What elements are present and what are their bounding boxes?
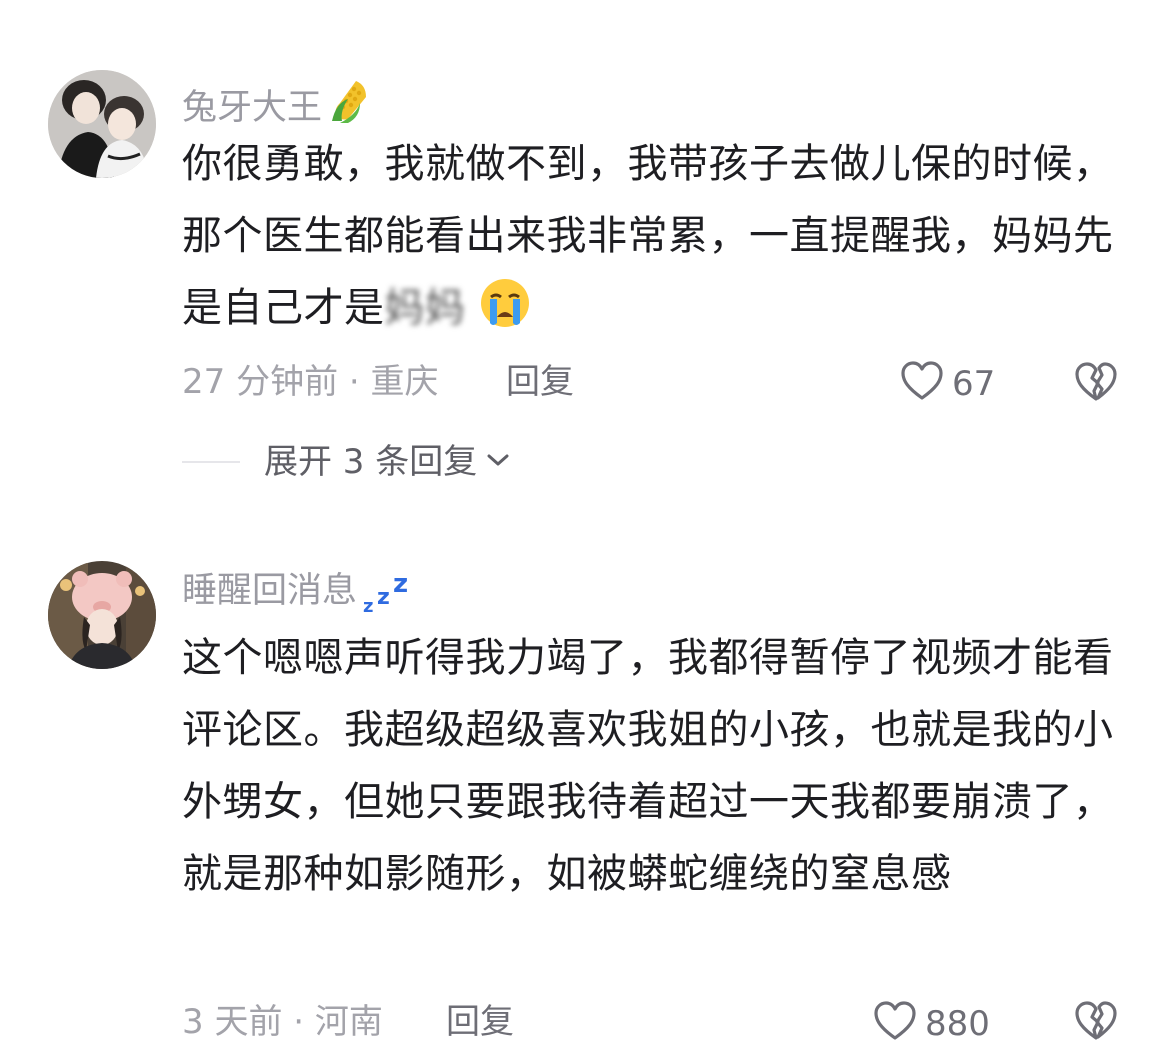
heart-icon [873,1001,917,1047]
avatar[interactable] [48,561,156,669]
comment-text: 你很勇敢，我就做不到，我带孩子去做儿保的时候，那个医生都能看出来我非常累，一直提… [182,128,1117,344]
reply-button[interactable]: 回复 [446,1005,514,1039]
username-text: 兔牙大王 [182,88,323,128]
like-count: 880 [925,1004,990,1044]
svg-text:z: z [363,596,373,616]
svg-text:z: z [377,585,390,610]
username[interactable]: 兔牙大王 [182,77,374,132]
dislike-button[interactable] [1074,1000,1118,1046]
comment-text-main: 你很勇敢，我就做不到，我带孩子去做儿保的时候，那个医生都能看出来我非常累，一直提… [182,141,1114,331]
username[interactable]: 睡醒回消息 z z z [182,568,413,623]
comment-meta: 27 分钟前 · 重庆 [182,362,439,402]
broken-heart-icon [1074,1001,1118,1046]
comment-list: 兔牙大王 你很勇敢，我就做不到，我带孩子去做儿保的时候，那个医生都能看出来我非常… [0,0,1169,1063]
crying-face-icon [466,279,531,331]
like-count: 67 [952,364,996,404]
zzz-icon: z z z [361,568,413,623]
expand-replies-label: 展开 3 条回复 [264,442,478,482]
broken-heart-icon [1074,362,1118,407]
expand-replies-button[interactable]: 展开 3 条回复 [182,445,511,479]
avatar[interactable] [48,70,156,178]
comment-text: 这个嗯嗯声听得我力竭了，我都得暂停了视频才能看评论区。我超级超级喜欢我姐的小孩，… [182,635,1114,897]
username-text: 睡醒回消息 [182,571,358,611]
like-button[interactable]: 880 [873,1001,990,1047]
chevron-down-icon [485,450,511,474]
blurred-text: 妈妈 [384,285,466,331]
heart-icon [900,361,944,407]
divider-line [182,461,240,463]
dislike-button[interactable] [1074,361,1118,407]
like-button[interactable]: 67 [900,361,995,407]
reply-button[interactable]: 回复 [506,365,574,399]
svg-text:z: z [393,569,408,599]
comment-meta: 3 天前 · 河南 [182,1002,383,1042]
corn-icon [326,77,374,132]
